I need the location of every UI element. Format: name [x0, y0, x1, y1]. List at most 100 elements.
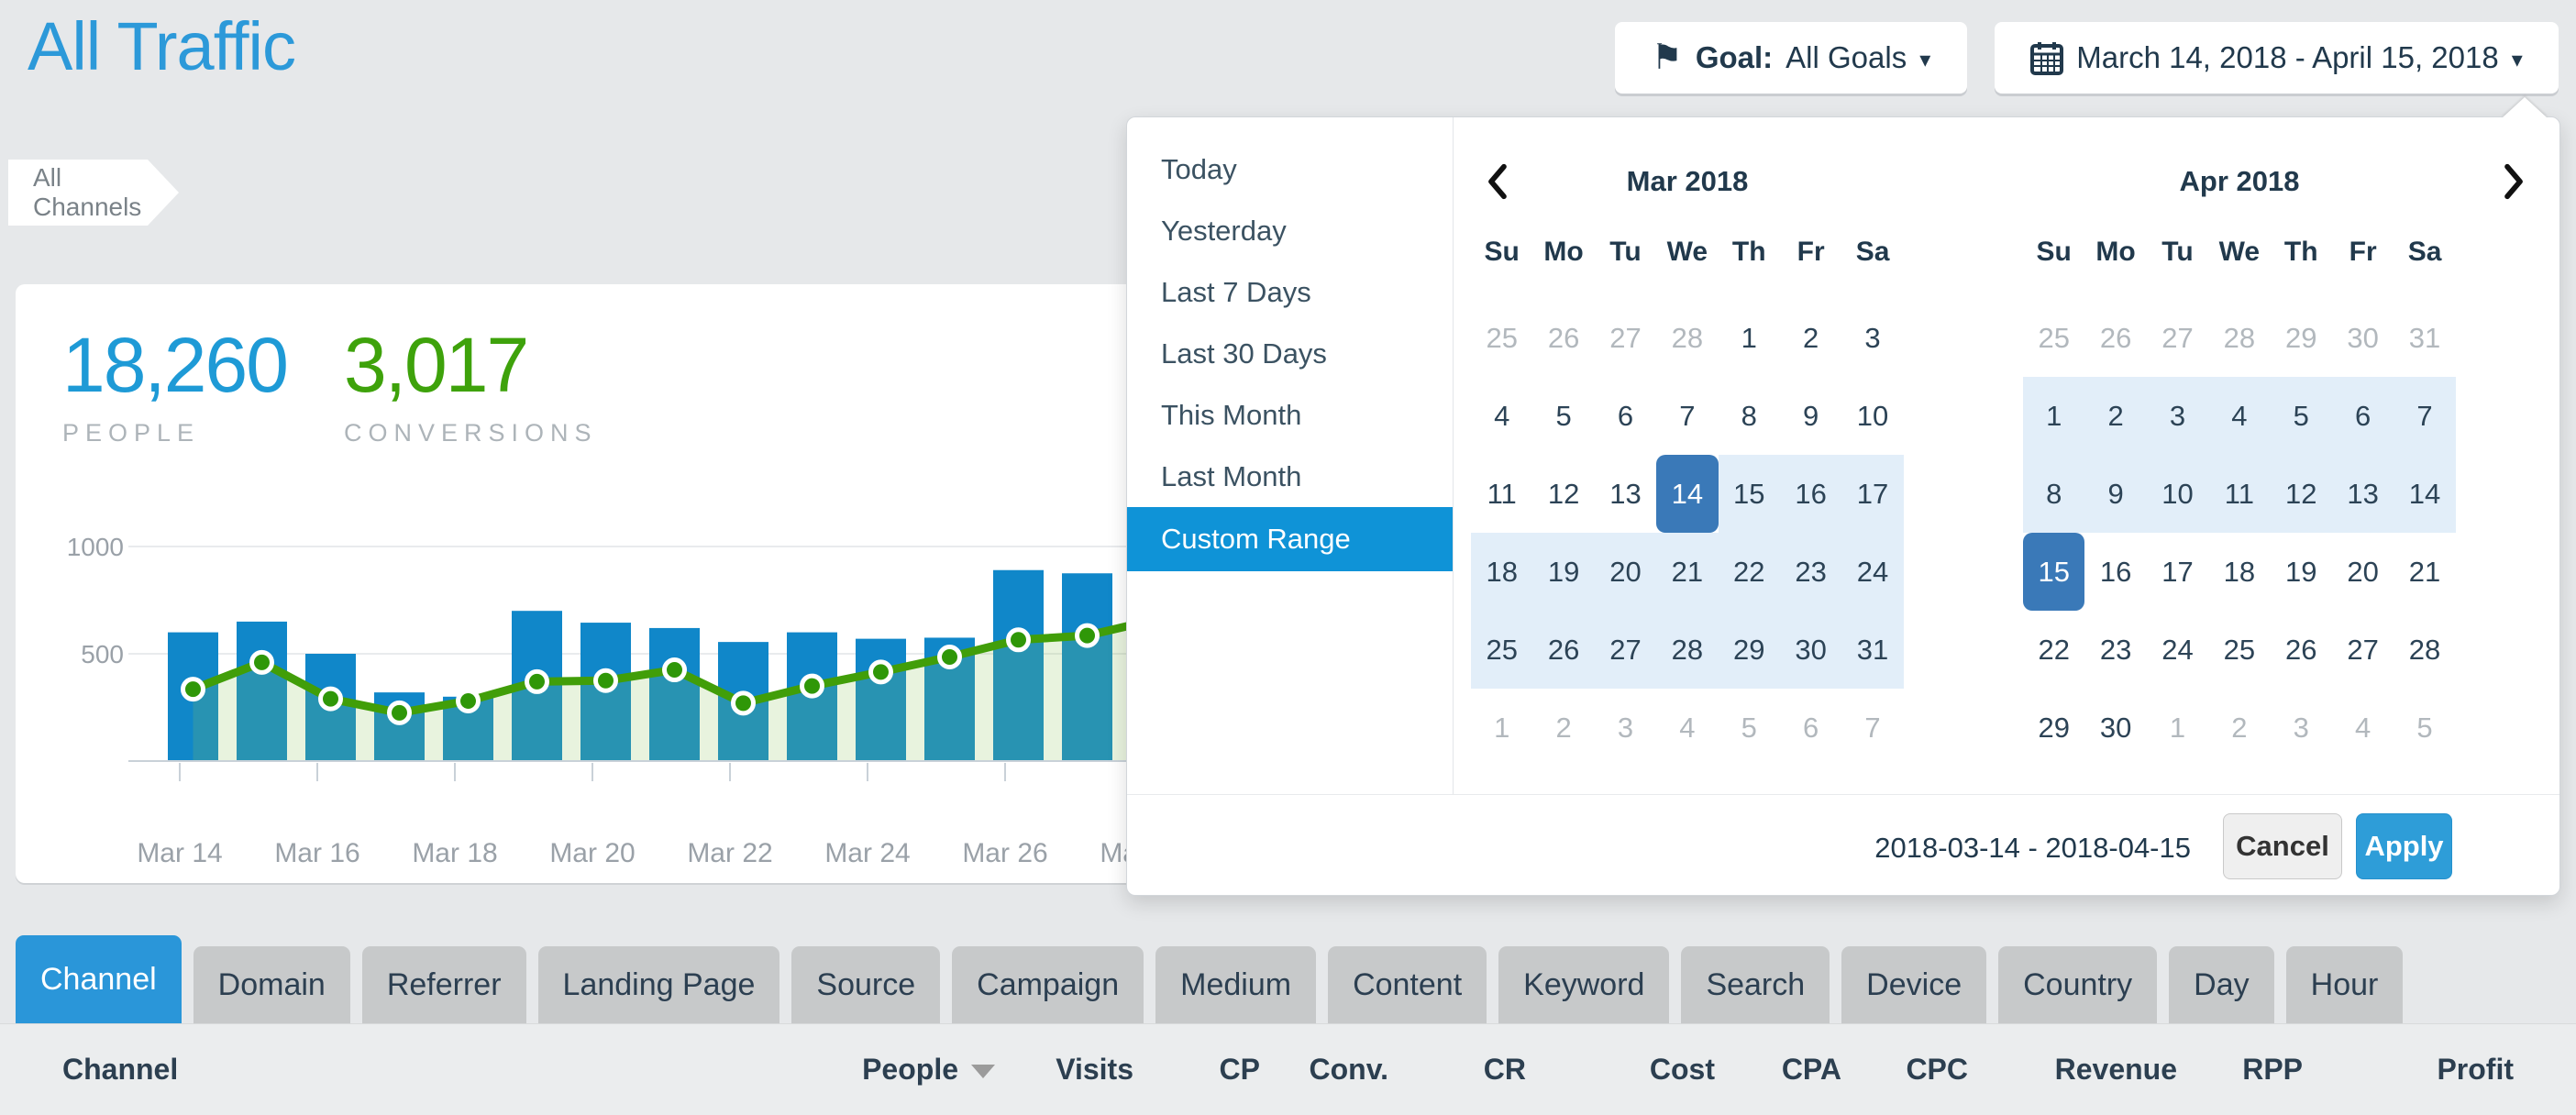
day-cell[interactable]: 25	[2023, 299, 2084, 377]
quick-range-last-7-days[interactable]: Last 7 Days	[1127, 261, 1453, 323]
line-point[interactable]	[1009, 630, 1029, 650]
day-cell[interactable]: 6	[1780, 689, 1841, 767]
column-header-cpc[interactable]: CPC	[1841, 1053, 1968, 1087]
day-cell[interactable]: 7	[2394, 377, 2455, 455]
day-cell[interactable]: 26	[2271, 611, 2332, 689]
column-header-profit[interactable]: Profit	[2303, 1053, 2514, 1087]
day-cell[interactable]: 27	[2147, 299, 2208, 377]
day-cell[interactable]: 1	[2147, 689, 2208, 767]
day-cell[interactable]: 27	[1595, 299, 1656, 377]
day-cell[interactable]: 3	[2271, 689, 2332, 767]
day-cell[interactable]: 8	[2023, 455, 2084, 533]
day-cell[interactable]: 20	[1595, 533, 1656, 611]
next-month-icon[interactable]	[2500, 161, 2537, 202]
day-cell[interactable]: 11	[2208, 455, 2270, 533]
day-cell[interactable]: 26	[1532, 611, 1594, 689]
column-header-cp[interactable]: CP	[1133, 1053, 1260, 1087]
day-cell[interactable]: 2	[2084, 377, 2146, 455]
line-point[interactable]	[183, 679, 204, 700]
line-point[interactable]	[390, 702, 410, 723]
column-header-rpp[interactable]: RPP	[2177, 1053, 2303, 1087]
line-point[interactable]	[1078, 625, 1098, 646]
day-cell[interactable]: 27	[1595, 611, 1656, 689]
day-cell[interactable]: 18	[2208, 533, 2270, 611]
line-point[interactable]	[802, 676, 823, 696]
day-cell[interactable]: 5	[2394, 689, 2455, 767]
day-cell[interactable]: 29	[1719, 611, 1780, 689]
column-header-people[interactable]: People	[766, 1053, 995, 1087]
day-cell[interactable]: 24	[2147, 611, 2208, 689]
quick-range-last-30-days[interactable]: Last 30 Days	[1127, 323, 1453, 384]
day-cell[interactable]: 1	[1719, 299, 1780, 377]
day-cell[interactable]: 2	[1780, 299, 1841, 377]
apply-button[interactable]: Apply	[2356, 813, 2452, 879]
line-point[interactable]	[871, 662, 891, 682]
column-header-cost[interactable]: Cost	[1526, 1053, 1715, 1087]
goal-selector-button[interactable]: ⚑ Goal: All Goals ▾	[1615, 22, 1967, 94]
day-cell[interactable]: 11	[1471, 455, 1532, 533]
column-header-revenue[interactable]: Revenue	[1968, 1053, 2177, 1087]
tab-domain[interactable]: Domain	[193, 946, 350, 1023]
day-cell[interactable]: 13	[1595, 455, 1656, 533]
tab-content[interactable]: Content	[1328, 946, 1487, 1023]
day-cell[interactable]: 13	[2332, 455, 2394, 533]
day-cell[interactable]: 14	[1656, 455, 1718, 533]
tab-hour[interactable]: Hour	[2286, 946, 2404, 1023]
line-point[interactable]	[665, 660, 685, 680]
day-cell[interactable]: 2	[1532, 689, 1594, 767]
day-cell[interactable]: 25	[2208, 611, 2270, 689]
day-cell[interactable]: 28	[2208, 299, 2270, 377]
day-cell[interactable]: 10	[1841, 377, 1903, 455]
day-cell[interactable]: 4	[2332, 689, 2394, 767]
day-cell[interactable]: 19	[2271, 533, 2332, 611]
day-cell[interactable]: 9	[2084, 455, 2146, 533]
day-cell[interactable]: 3	[2147, 377, 2208, 455]
day-cell[interactable]: 21	[1656, 533, 1718, 611]
tab-keyword[interactable]: Keyword	[1498, 946, 1669, 1023]
line-point[interactable]	[596, 670, 616, 690]
day-cell[interactable]: 29	[2271, 299, 2332, 377]
day-cell[interactable]: 26	[1532, 299, 1594, 377]
day-cell[interactable]: 1	[1471, 689, 1532, 767]
day-cell[interactable]: 5	[2271, 377, 2332, 455]
tab-day[interactable]: Day	[2169, 946, 2273, 1023]
quick-range-today[interactable]: Today	[1127, 138, 1453, 200]
day-cell[interactable]: 18	[1471, 533, 1532, 611]
line-point[interactable]	[252, 652, 272, 672]
day-cell[interactable]: 3	[1595, 689, 1656, 767]
tab-medium[interactable]: Medium	[1155, 946, 1316, 1023]
quick-range-yesterday[interactable]: Yesterday	[1127, 200, 1453, 261]
tab-referrer[interactable]: Referrer	[362, 946, 526, 1023]
day-cell[interactable]: 12	[2271, 455, 2332, 533]
tab-landing-page[interactable]: Landing Page	[538, 946, 780, 1023]
line-point[interactable]	[734, 693, 754, 713]
cancel-button[interactable]: Cancel	[2223, 813, 2342, 879]
day-cell[interactable]: 6	[1595, 377, 1656, 455]
day-cell[interactable]: 1	[2023, 377, 2084, 455]
tab-source[interactable]: Source	[791, 946, 940, 1023]
day-cell[interactable]: 20	[2332, 533, 2394, 611]
day-cell[interactable]: 23	[1780, 533, 1841, 611]
day-cell[interactable]: 21	[2394, 533, 2455, 611]
line-point[interactable]	[940, 647, 960, 668]
tab-device[interactable]: Device	[1841, 946, 1986, 1023]
day-cell[interactable]: 10	[2147, 455, 2208, 533]
day-cell[interactable]: 28	[1656, 299, 1718, 377]
day-cell[interactable]: 30	[1780, 611, 1841, 689]
day-cell[interactable]: 25	[1471, 611, 1532, 689]
day-cell[interactable]: 29	[2023, 689, 2084, 767]
day-cell[interactable]: 14	[2394, 455, 2455, 533]
day-cell[interactable]: 6	[2332, 377, 2394, 455]
day-cell[interactable]: 5	[1719, 689, 1780, 767]
day-cell[interactable]: 16	[2084, 533, 2146, 611]
tab-country[interactable]: Country	[1998, 946, 2157, 1023]
day-cell[interactable]: 28	[2394, 611, 2455, 689]
day-cell[interactable]: 26	[2084, 299, 2146, 377]
date-range-button[interactable]: March 14, 2018 - April 15, 2018 ▾	[1995, 22, 2559, 94]
quick-range-custom-range[interactable]: Custom Range	[1127, 507, 1453, 571]
day-cell[interactable]: 28	[1656, 611, 1718, 689]
day-cell[interactable]: 22	[2023, 611, 2084, 689]
day-cell[interactable]: 17	[1841, 455, 1903, 533]
day-cell[interactable]: 30	[2084, 689, 2146, 767]
quick-range-last-month[interactable]: Last Month	[1127, 446, 1453, 507]
